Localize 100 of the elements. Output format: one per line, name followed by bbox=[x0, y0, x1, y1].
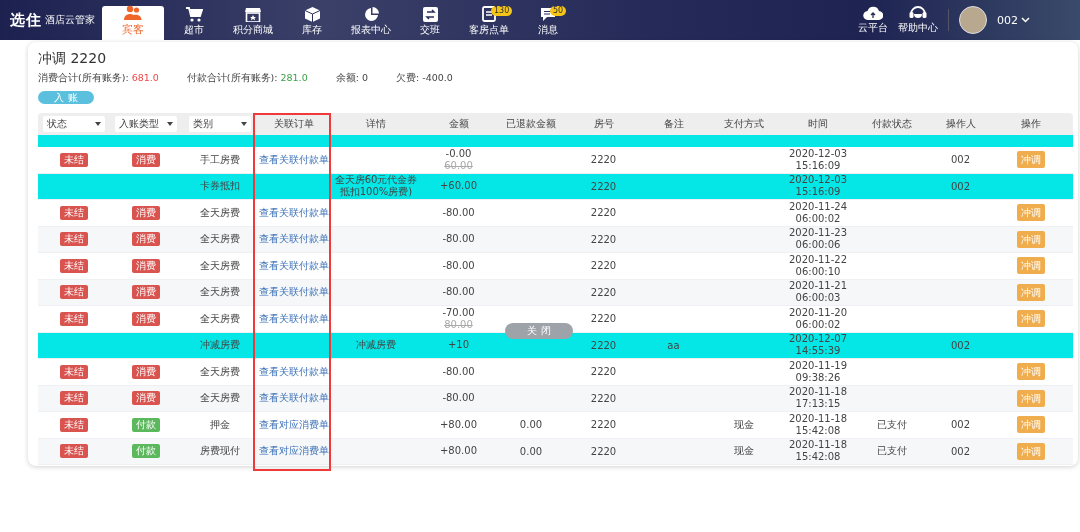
nav-tab[interactable]: 超市 bbox=[165, 6, 223, 40]
refund-amount-cell: 0.00 bbox=[519, 445, 543, 457]
people-icon bbox=[124, 5, 142, 21]
time-text: 15:42:08 bbox=[795, 424, 841, 437]
time-text: 2020-11-23 bbox=[788, 227, 848, 240]
nav-tab[interactable]: 交班 bbox=[401, 6, 459, 40]
summary-item: 欠费: -400.0 bbox=[395, 72, 453, 85]
category-cell: 全天房费 bbox=[199, 232, 240, 247]
category-cell: 押金 bbox=[209, 417, 230, 432]
related-order-link[interactable]: 查看关联付款单 bbox=[258, 391, 329, 406]
time-text: 2020-11-21 bbox=[788, 280, 848, 293]
time-text: 2020-11-20 bbox=[788, 306, 848, 319]
time-text: 2020-11-18 bbox=[788, 412, 848, 425]
category-cell: 全天房费 bbox=[199, 205, 240, 220]
shop-icon bbox=[245, 7, 261, 22]
time-text: 2020-11-24 bbox=[788, 200, 848, 213]
count-badge: 130 bbox=[491, 6, 513, 16]
nav-tab[interactable]: 积分商城 bbox=[224, 6, 282, 40]
cloud-upload-icon bbox=[863, 5, 883, 20]
related-order-link[interactable]: 查看关联付款单 bbox=[258, 205, 329, 220]
time-text: 09:38:26 bbox=[795, 371, 841, 384]
detail-text: 冲减房费 bbox=[356, 339, 396, 352]
status-tag: 未结 bbox=[59, 417, 88, 432]
nav-tab[interactable]: 库存 bbox=[283, 6, 341, 40]
summary-item: 付款合计(所有账务): 281.0 bbox=[186, 72, 308, 85]
entry-type-tag: 消费 bbox=[132, 232, 160, 247]
entry-type-tag: 付款 bbox=[132, 417, 160, 432]
category-cell: 全天房费 bbox=[199, 364, 240, 379]
caret-icon bbox=[94, 122, 101, 126]
amount-cell: -80.00 bbox=[442, 259, 475, 272]
operator-cell: 002 bbox=[950, 339, 971, 351]
column-header: 关联订单 bbox=[273, 117, 314, 131]
swap-icon bbox=[422, 7, 438, 22]
entry-type-tag: 消费 bbox=[132, 152, 160, 167]
status-tag: 未结 bbox=[59, 364, 88, 379]
status-tag: 未结 bbox=[59, 232, 88, 247]
time-text: 06:00:02 bbox=[795, 318, 841, 331]
amount-cell: -80.00 bbox=[442, 392, 475, 405]
user-menu[interactable]: 002 bbox=[997, 13, 1030, 27]
payment-status-cell: 已支付 bbox=[876, 444, 907, 459]
related-order-link[interactable]: 查看对应消费单 bbox=[258, 417, 329, 432]
nav-tab[interactable]: 宾客 bbox=[102, 6, 164, 40]
toolbar-button[interactable]: 帮助中心 bbox=[898, 5, 938, 35]
category-cell: 房费现付 bbox=[199, 444, 240, 459]
pie-chart-icon bbox=[363, 7, 379, 22]
column-header: 已退款金额 bbox=[506, 117, 556, 131]
room-cell: 2220 bbox=[590, 260, 617, 272]
status-tag: 未结 bbox=[59, 311, 88, 326]
related-order-link[interactable]: 查看关联付款单 bbox=[258, 152, 329, 167]
related-order-link[interactable]: 查看关联付款单 bbox=[258, 258, 329, 273]
amount-cell: -80.00 bbox=[442, 365, 475, 378]
related-order-link[interactable]: 查看对应消费单 bbox=[258, 444, 329, 459]
category-cell: 全天房费 bbox=[199, 258, 240, 273]
headset-icon bbox=[909, 5, 927, 20]
room-cell: 2220 bbox=[590, 419, 617, 431]
room-cell: 2220 bbox=[590, 180, 617, 192]
refund-amount-cell: 0.00 bbox=[519, 419, 543, 431]
category-cell: 全天房费 bbox=[199, 311, 240, 326]
related-order-link[interactable]: 查看关联付款单 bbox=[258, 364, 329, 379]
cart-icon bbox=[185, 7, 203, 22]
entry-type-tag: 消费 bbox=[132, 258, 160, 273]
room-cell: 2220 bbox=[590, 207, 617, 219]
time-text: 15:16:09 bbox=[795, 186, 841, 199]
filter-dropdown[interactable]: 入账类型 bbox=[115, 116, 177, 132]
time-text: 15:16:09 bbox=[795, 159, 841, 172]
panel-title: 冲调 2220 bbox=[38, 50, 108, 68]
status-tag: 未结 bbox=[59, 205, 88, 220]
column-header: 付款状态 bbox=[871, 117, 912, 131]
amount-cell: -80.00 bbox=[442, 233, 475, 246]
column-header: 操作人 bbox=[945, 117, 976, 131]
column-header: 房号 bbox=[593, 117, 614, 131]
time-text: 06:00:02 bbox=[795, 212, 841, 225]
related-order-link[interactable]: 查看关联付款单 bbox=[258, 311, 329, 326]
detail-text: 抵扣100%房费) bbox=[339, 186, 413, 199]
filter-dropdown[interactable]: 状态 bbox=[42, 116, 105, 132]
related-order-link[interactable]: 查看关联付款单 bbox=[258, 232, 329, 247]
room-cell: 2220 bbox=[590, 313, 617, 325]
time-text: 2020-11-22 bbox=[788, 253, 848, 266]
original-amount: 60.00 bbox=[444, 159, 473, 172]
nav-tab[interactable]: 报表中心 bbox=[342, 6, 400, 40]
filter-dropdown[interactable]: 类别 bbox=[188, 116, 251, 132]
column-header: 时间 bbox=[808, 117, 828, 131]
related-order-link[interactable]: 查看关联付款单 bbox=[258, 285, 329, 300]
count-badge: 50 bbox=[550, 6, 567, 16]
time-text: 14:55:39 bbox=[795, 345, 841, 358]
time-text: 2020-12-07 bbox=[788, 333, 848, 346]
operator-cell: 002 bbox=[950, 154, 971, 166]
original-amount: 80.00 bbox=[444, 318, 473, 331]
time-text: 06:00:03 bbox=[795, 292, 841, 305]
toolbar-button[interactable]: 云平台 bbox=[858, 5, 888, 35]
amount-cell: -70.00 bbox=[442, 306, 475, 319]
category-cell: 手工房费 bbox=[199, 152, 240, 167]
payment-status-cell: 已支付 bbox=[876, 417, 907, 432]
summary-item: 消费合计(所有账务): 681.0 bbox=[38, 72, 159, 85]
entry-type-tag: 消费 bbox=[132, 364, 160, 379]
entry-type-tag: 消费 bbox=[132, 311, 160, 326]
status-tag: 未结 bbox=[59, 391, 88, 406]
room-cell: 2220 bbox=[590, 392, 617, 404]
entry-type-tag: 消费 bbox=[132, 285, 160, 300]
avatar[interactable] bbox=[959, 6, 987, 34]
